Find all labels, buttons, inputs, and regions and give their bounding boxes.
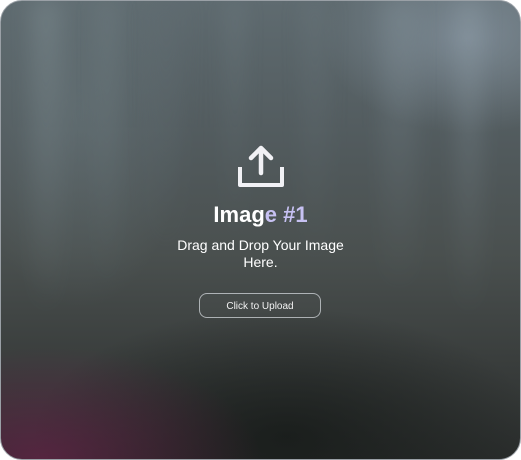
upload-title: Image #1 bbox=[0, 200, 521, 230]
title-accent: e #1 bbox=[264, 202, 308, 227]
dropzone-content: Image #1 Drag and Drop Your Image Here. … bbox=[0, 0, 521, 460]
upload-instructions: Drag and Drop Your Image Here. bbox=[177, 237, 344, 270]
upload-icon bbox=[238, 145, 284, 187]
title-main: Imag bbox=[213, 202, 265, 227]
click-to-upload-button[interactable]: Click to Upload bbox=[199, 293, 321, 318]
